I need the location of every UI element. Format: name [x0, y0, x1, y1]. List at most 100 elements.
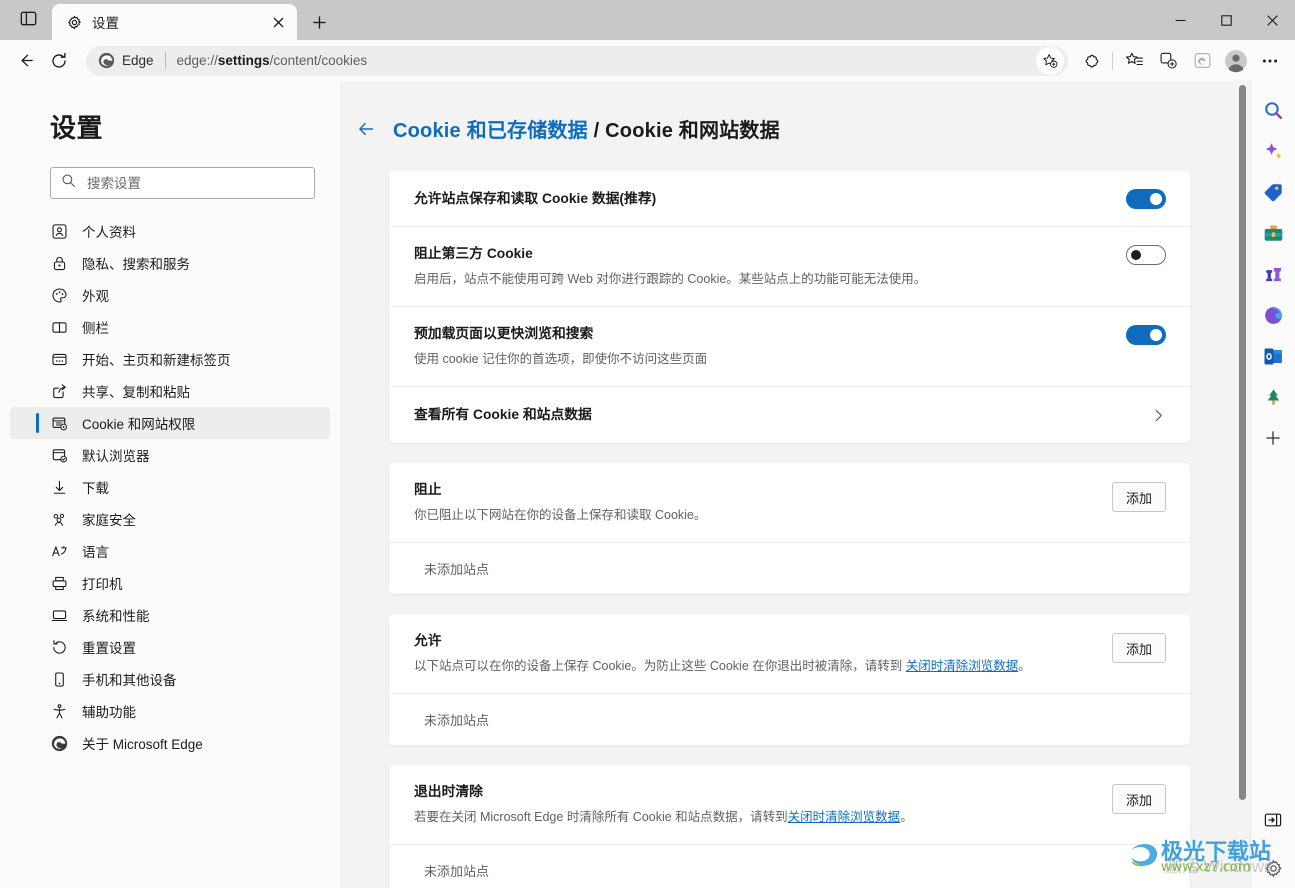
clear-on-exit-empty-text: 未添加站点: [389, 844, 1190, 888]
sidebar-item-system-performance[interactable]: 系统和性能: [10, 599, 330, 631]
row-title: 预加载页面以更快浏览和搜索: [414, 326, 594, 341]
system-icon: [50, 606, 68, 624]
sidebar-item-label: 关于 Microsoft Edge: [82, 737, 203, 752]
sidebar-item-label: 共享、复制和粘贴: [82, 385, 190, 400]
maximize-button[interactable]: [1203, 0, 1249, 40]
accessibility-icon: [50, 702, 68, 720]
sidebar-item-default-browser[interactable]: 默认浏览器: [10, 439, 330, 471]
sidebar-item-reset-settings[interactable]: 重置设置: [10, 631, 330, 663]
sidebar-item-profiles[interactable]: 个人资料: [10, 215, 330, 247]
clear-browsing-data-link[interactable]: 关闭时清除浏览数据: [788, 810, 901, 824]
sidebar-item-label: 外观: [82, 289, 109, 304]
extensions-icon[interactable]: [1074, 44, 1108, 78]
outlook-icon[interactable]: [1257, 340, 1289, 372]
clear-browsing-data-link[interactable]: 关闭时清除浏览数据: [906, 659, 1019, 673]
lock-icon: [50, 254, 68, 272]
chevron-right-icon[interactable]: [1142, 408, 1166, 423]
sidebar-icon: [50, 318, 68, 336]
search-icon: [61, 173, 76, 193]
sidebar-item-start-home-newtab[interactable]: 开始、主页和新建标签页: [10, 343, 330, 375]
search-icon[interactable]: [1257, 94, 1289, 126]
sidebar-item-label: 家庭安全: [82, 513, 136, 528]
microsoft-365-icon[interactable]: [1257, 299, 1289, 331]
add-favorite-icon[interactable]: [1036, 46, 1064, 75]
allow-save-read-cookies-toggle[interactable]: [1126, 189, 1166, 209]
settings-search-box[interactable]: [50, 167, 315, 199]
more-options-icon[interactable]: [1253, 44, 1287, 78]
family-safety-icon: [50, 510, 68, 528]
search-input[interactable]: [87, 175, 304, 191]
profile-avatar[interactable]: [1219, 44, 1253, 78]
scrollbar-thumb[interactable]: [1239, 85, 1246, 800]
sidebar-item-label: 默认浏览器: [82, 449, 150, 464]
new-tab-button[interactable]: [303, 6, 335, 38]
ie-mode-icon[interactable]: [1185, 44, 1219, 78]
tools-toolbox-icon[interactable]: [1257, 217, 1289, 249]
clear-on-exit-card: 退出时清除 若要在关闭 Microsoft Edge 时清除所有 Cookie …: [389, 765, 1190, 888]
tab-strip: 设置: [0, 0, 1295, 40]
browser-toolbar: Edge edge://settings/content/cookies: [0, 40, 1295, 81]
refresh-icon[interactable]: [42, 44, 76, 78]
left-rail: [0, 81, 10, 888]
sidebar-item-label: 重置设置: [82, 641, 136, 656]
close-window-button[interactable]: [1249, 0, 1295, 40]
preload-pages-toggle[interactable]: [1126, 325, 1166, 345]
expand-sidebar-icon[interactable]: [1257, 804, 1289, 836]
back-arrow-icon[interactable]: [355, 118, 377, 140]
cookie-settings-card: 允许站点保存和读取 Cookie 数据(推荐) 阻止第三方 Cookie 启用后…: [389, 171, 1190, 443]
close-icon[interactable]: [267, 11, 289, 33]
sidebar-item-languages[interactable]: 语言: [10, 535, 330, 567]
sidebar-item-label: 手机和其他设备: [82, 673, 177, 688]
sidebar-item-sidebar[interactable]: 侧栏: [10, 311, 330, 343]
breadcrumb-parent-link[interactable]: Cookie 和已存储数据: [393, 120, 588, 142]
split-screen-icon[interactable]: [1151, 44, 1185, 78]
collections-icon[interactable]: [1117, 44, 1151, 78]
block-third-party-cookies-toggle[interactable]: [1126, 245, 1166, 265]
breadcrumb-text: Cookie 和已存储数据 / Cookie 和网站数据: [393, 114, 780, 143]
add-sidebar-app-icon[interactable]: [1257, 422, 1289, 454]
row-description: 若要在关闭 Microsoft Edge 时清除所有 Cookie 和站点数据，…: [414, 810, 913, 824]
content-scrollbar[interactable]: [1235, 81, 1250, 888]
view-all-cookies-row[interactable]: 查看所有 Cookie 和站点数据: [389, 387, 1190, 443]
drop-tree-icon[interactable]: [1257, 381, 1289, 413]
back-arrow-icon[interactable]: [8, 44, 42, 78]
sidebar-item-label: 下载: [82, 481, 109, 496]
sidebar-item-printers[interactable]: 打印机: [10, 567, 330, 599]
toggle-knob: [1131, 250, 1141, 260]
games-chess-icon[interactable]: [1257, 258, 1289, 290]
tab-search-icon[interactable]: [8, 0, 48, 38]
settings-content: Cookie 和已存储数据 / Cookie 和网站数据 允许站点保存和读取 C…: [340, 81, 1250, 888]
row-title: 阻止第三方 Cookie: [414, 246, 533, 261]
download-icon: [50, 478, 68, 496]
copilot-sparkle-icon[interactable]: [1257, 135, 1289, 167]
block-add-button[interactable]: 添加: [1111, 482, 1166, 512]
row-title: 允许站点保存和读取 Cookie 数据(推荐): [414, 190, 657, 206]
clear-on-exit-add-button[interactable]: 添加: [1111, 784, 1166, 814]
sidebar-item-share-copy-paste[interactable]: 共享、复制和粘贴: [10, 375, 330, 407]
allow-section-row: 允许 以下站点可以在你的设备上保存 Cookie。为防止这些 Cookie 在你…: [389, 614, 1190, 693]
sidebar-item-accessibility[interactable]: 辅助功能: [10, 695, 330, 727]
shopping-tag-icon[interactable]: [1257, 176, 1289, 208]
url-text: edge://settings/content/cookies: [176, 53, 368, 68]
sidebar-item-downloads[interactable]: 下载: [10, 471, 330, 503]
row-description: 使用 cookie 记住你的首选项，即使你不访问这些页面: [414, 352, 708, 366]
sidebar-item-family-safety[interactable]: 家庭安全: [10, 503, 330, 535]
sidebar-item-appearance[interactable]: 外观: [10, 279, 330, 311]
sidebar-item-about-edge[interactable]: 关于 Microsoft Edge: [10, 727, 330, 759]
address-bar[interactable]: Edge edge://settings/content/cookies: [86, 45, 1068, 76]
row-title: 允许: [414, 633, 442, 648]
row-title: 阻止: [414, 482, 442, 497]
sidebar-item-label: 开始、主页和新建标签页: [82, 353, 231, 368]
omnibox-divider: [164, 52, 166, 69]
minimize-button[interactable]: [1157, 0, 1203, 40]
tab-settings[interactable]: 设置: [52, 4, 297, 40]
sidebar-item-phone-devices[interactable]: 手机和其他设备: [10, 663, 330, 695]
sidebar-item-cookies-permissions[interactable]: Cookie 和网站权限: [10, 407, 330, 439]
row-description: 以下站点可以在你的设备上保存 Cookie。为防止这些 Cookie 在你退出时…: [414, 659, 1031, 673]
sidebar-item-privacy[interactable]: 隐私、搜索和服务: [10, 247, 330, 279]
sidebar-settings-gear-icon[interactable]: [1257, 852, 1289, 884]
settings-cards: 允许站点保存和读取 Cookie 数据(推荐) 阻止第三方 Cookie 启用后…: [340, 171, 1250, 888]
allow-add-button[interactable]: 添加: [1111, 633, 1166, 663]
palette-icon: [50, 286, 68, 304]
toolbar-divider: [1112, 51, 1113, 70]
